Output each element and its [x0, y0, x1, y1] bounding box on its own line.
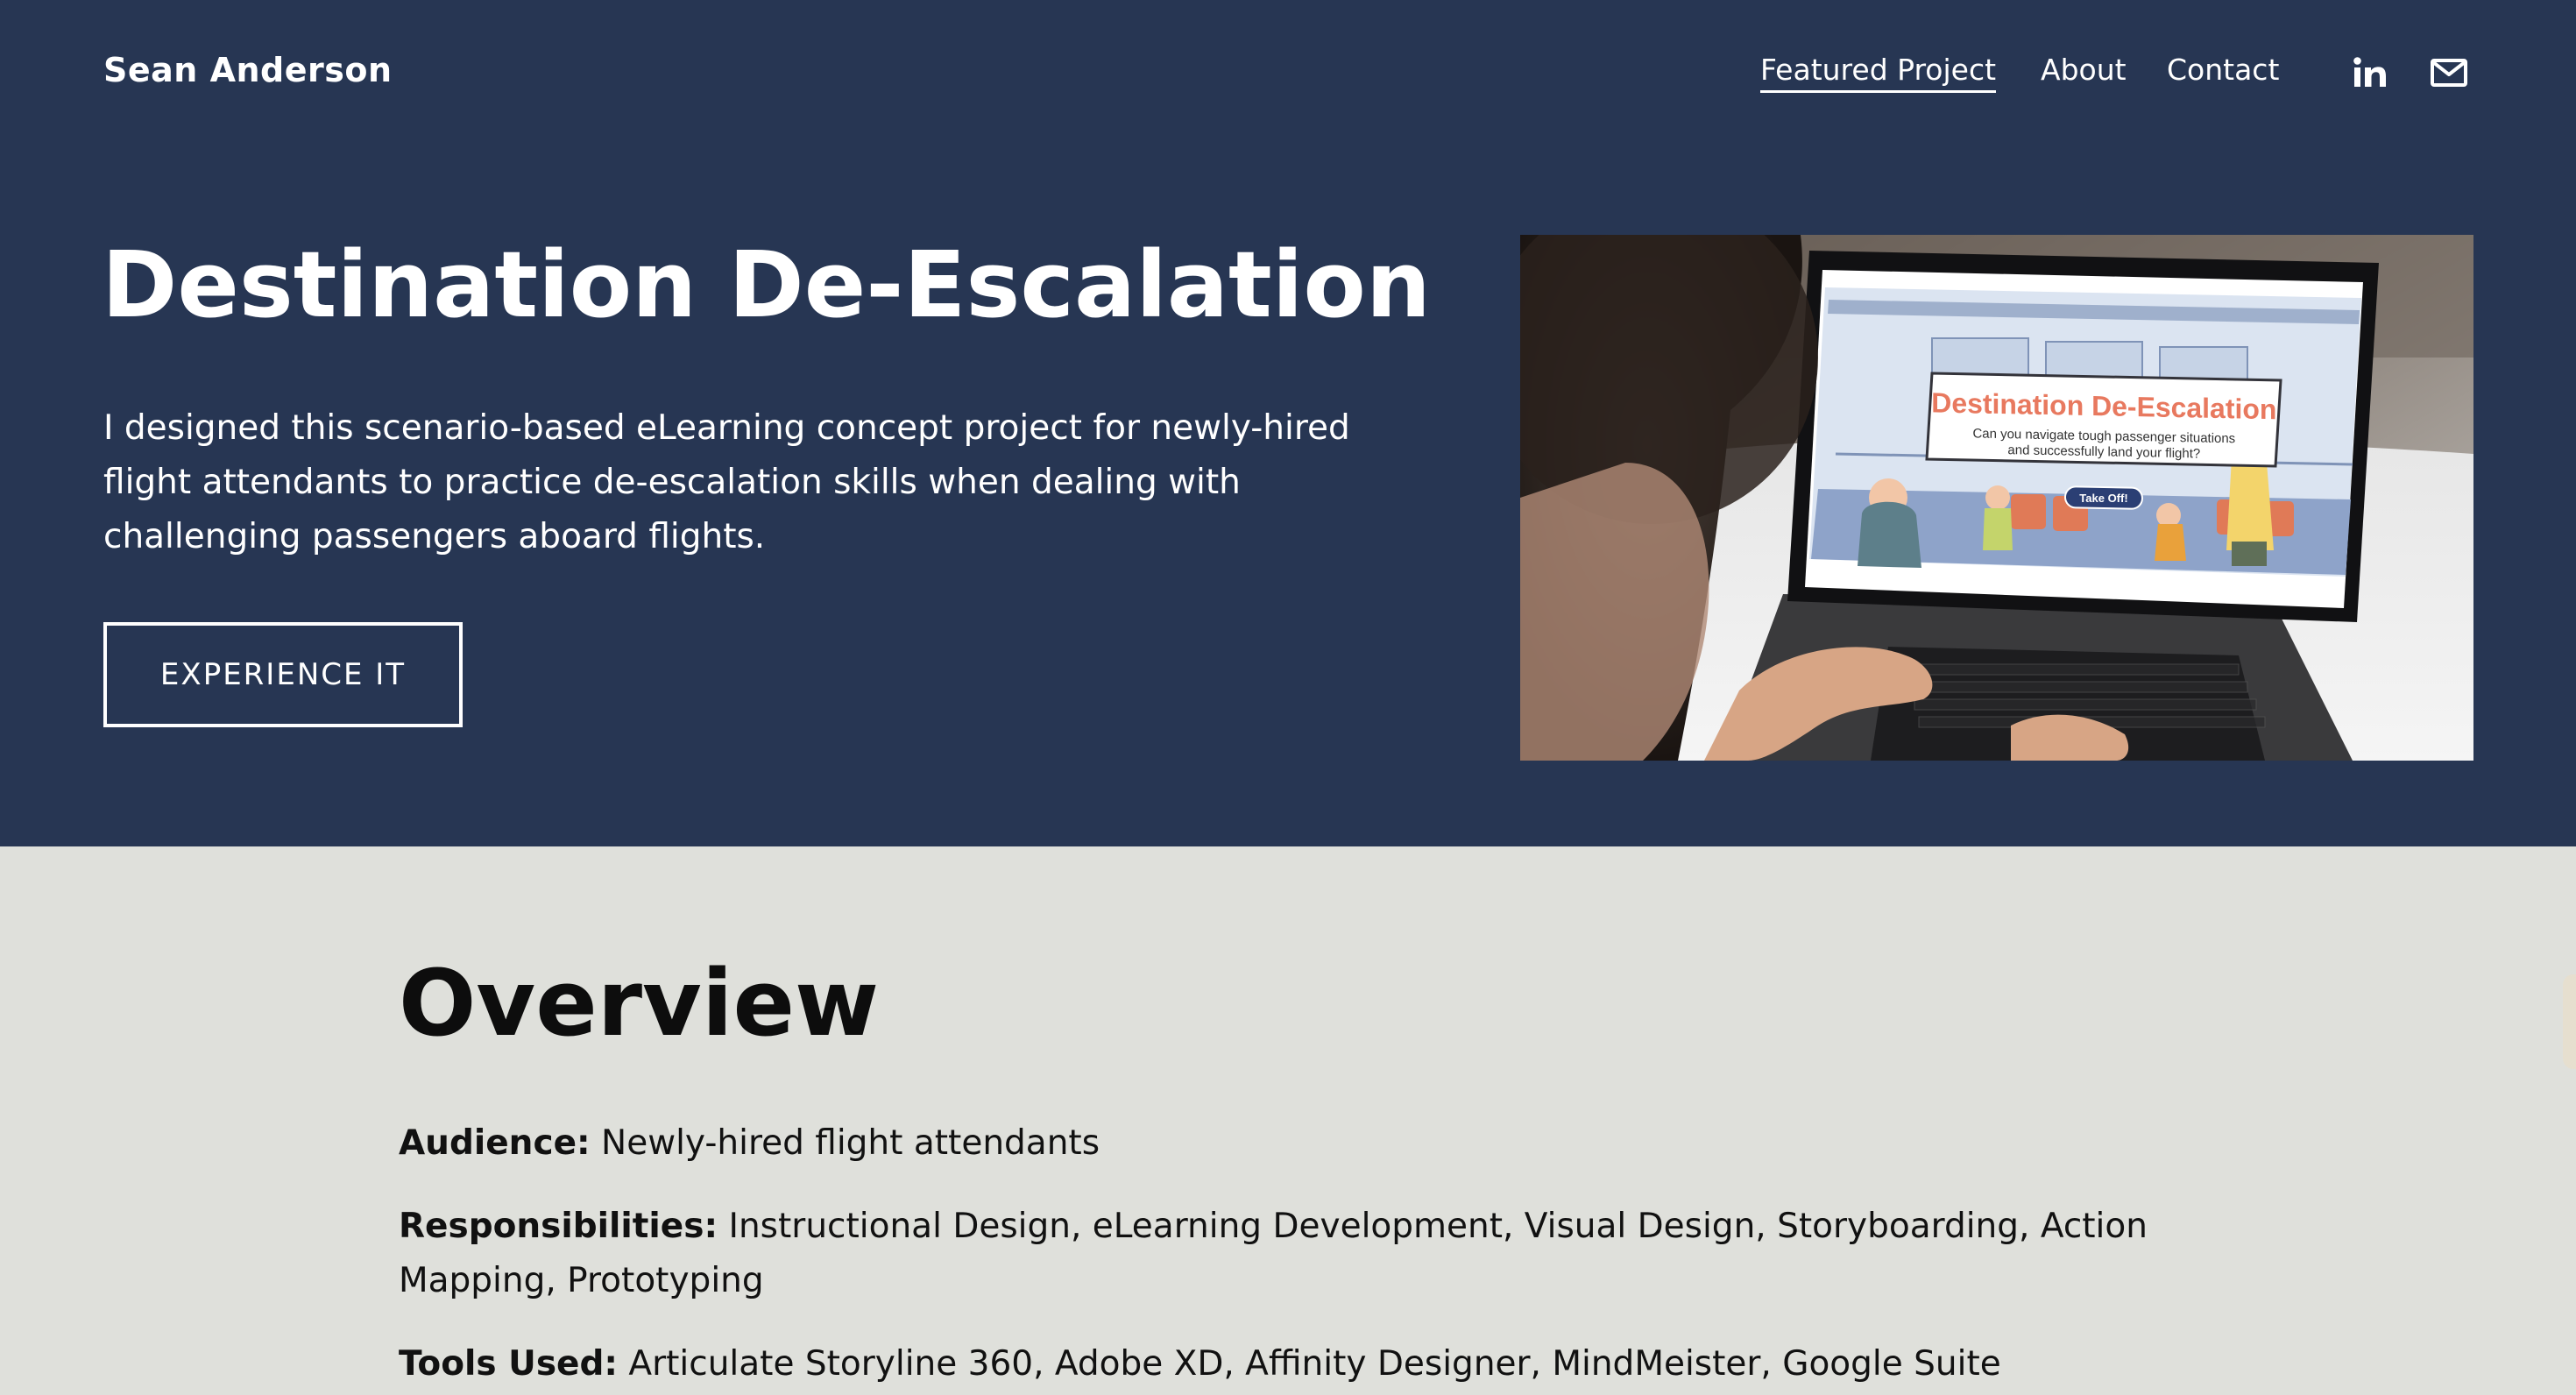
site-title[interactable]: Sean Anderson — [103, 51, 393, 89]
overview-tools-value: Articulate Storyline 360, Adobe XD, Affi… — [628, 1344, 2001, 1384]
nav-contact[interactable]: Contact — [2167, 53, 2279, 87]
side-edge-tab[interactable] — [2563, 974, 2576, 1069]
hero-section: Sean Anderson Featured Project About Con… — [0, 0, 2576, 846]
overview-audience-value: Newly-hired flight attendants — [601, 1123, 1100, 1163]
overview-responsibilities: Responsibilities: Instructional Design, … — [399, 1200, 2221, 1308]
overview-title: Overview — [399, 950, 880, 1057]
hero-laptop-image: Destination De-Escalation Can you naviga… — [1520, 235, 2473, 761]
overview-tools: Tools Used: Articulate Storyline 360, Ad… — [399, 1337, 2221, 1391]
hero-description: I designed this scenario-based eLearning… — [103, 408, 1350, 556]
overview-section: Overview Audience: Newly-hired flight at… — [0, 846, 2576, 1395]
hero-title: Destination De-Escalation — [102, 231, 1431, 338]
overview-responsibilities-label: Responsibilities: — [399, 1207, 718, 1246]
overview-tools-label: Tools Used: — [399, 1344, 619, 1384]
experience-it-button[interactable]: EXPERIENCE IT — [103, 622, 463, 727]
overview-audience-label: Audience: — [399, 1123, 591, 1163]
email-icon[interactable] — [2429, 55, 2469, 90]
nav-about[interactable]: About — [2041, 53, 2127, 87]
linkedin-icon[interactable] — [2350, 55, 2390, 90]
nav-featured-project[interactable]: Featured Project — [1760, 53, 1997, 93]
overview-audience: Audience: Newly-hired flight attendants — [399, 1116, 2221, 1171]
screen-take-off-button: Take Off! — [2079, 492, 2127, 505]
